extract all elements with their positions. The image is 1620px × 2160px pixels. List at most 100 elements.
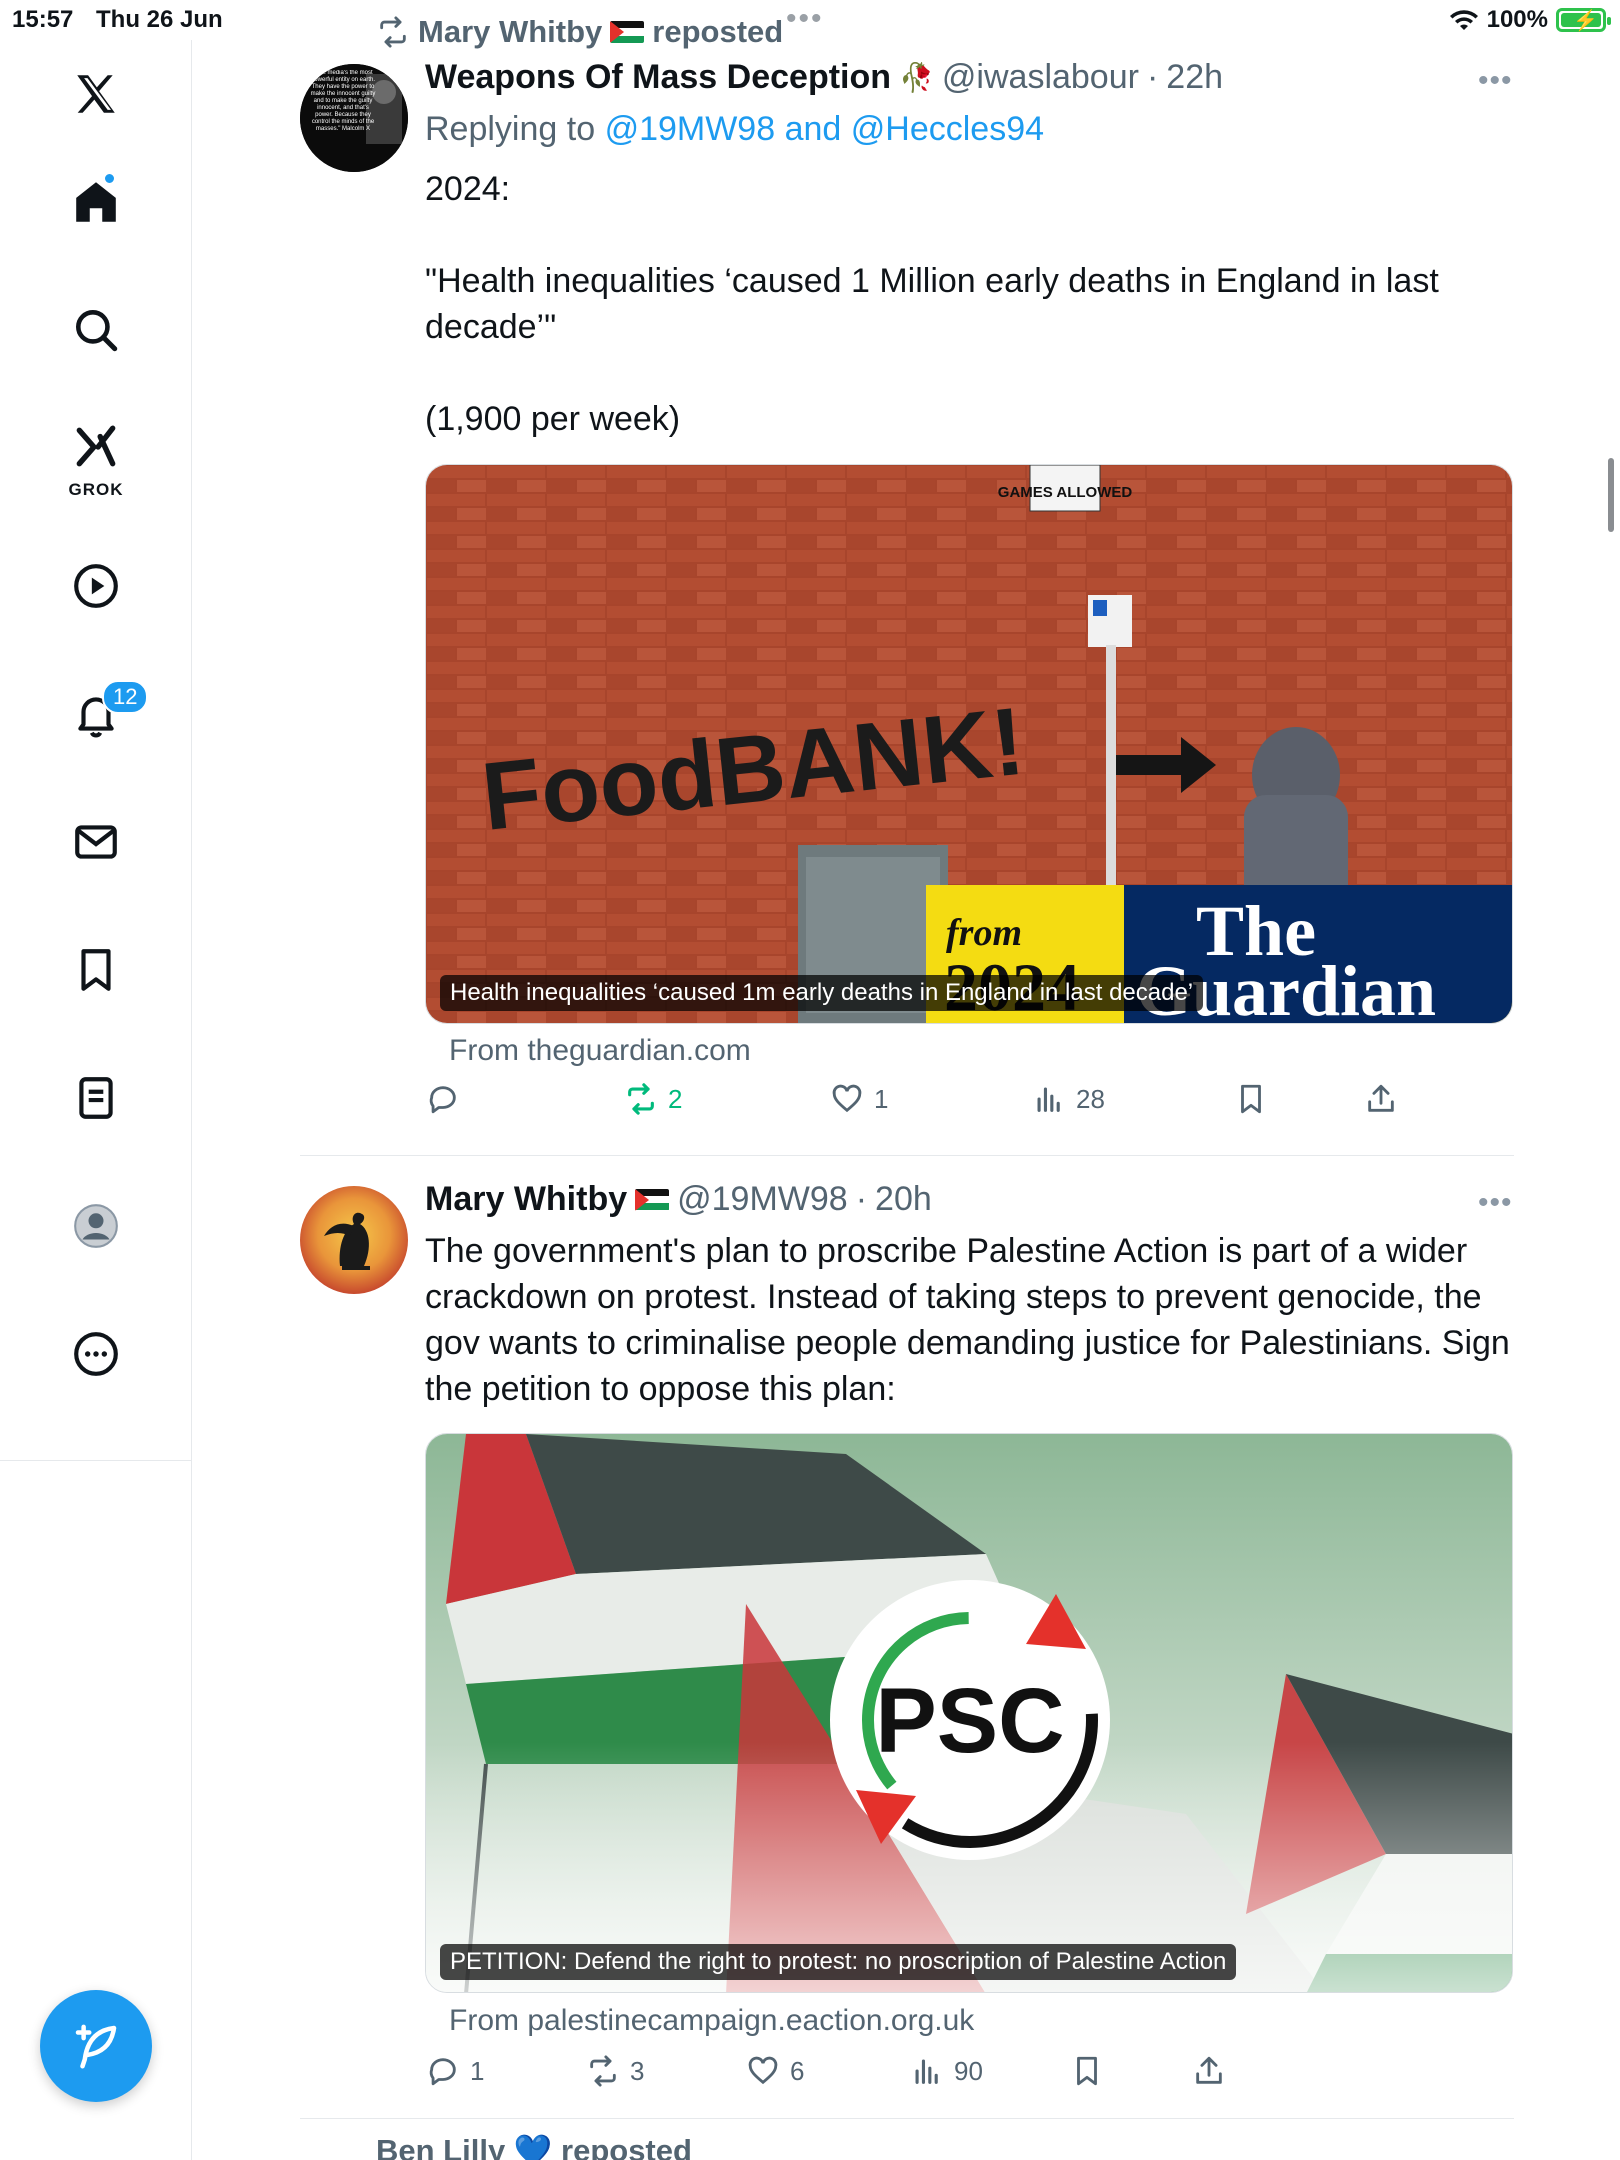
like-button[interactable]: 6 bbox=[746, 2054, 804, 2088]
status-time: 15:57 bbox=[12, 6, 74, 33]
like-count: 1 bbox=[874, 1083, 889, 1114]
messages-envelope-icon[interactable] bbox=[48, 794, 144, 890]
author-avatar[interactable] bbox=[300, 1186, 408, 1294]
tweet-actions: 2 1 28 bbox=[420, 1082, 1420, 1132]
home-new-dot bbox=[103, 172, 116, 185]
search-icon[interactable] bbox=[48, 282, 144, 378]
sidebar-divider bbox=[0, 1460, 192, 1461]
tweet-header: Weapons Of Mass Deception 🥀 @iwaslabour … bbox=[425, 58, 1223, 97]
scrollbar[interactable] bbox=[1608, 458, 1614, 532]
compose-feather-icon bbox=[75, 2024, 117, 2069]
avatar-quote-text: "The media's the most powerful entity on… bbox=[310, 70, 376, 132]
tweet-actions: 1 3 6 90 bbox=[420, 2054, 1420, 2104]
video-play-icon[interactable] bbox=[48, 538, 144, 634]
views-count: 90 bbox=[954, 2055, 983, 2086]
x-logo-icon[interactable] bbox=[48, 46, 144, 142]
bookmark-icon bbox=[1241, 1084, 1261, 1114]
status-indicators: 100% ⚡ bbox=[1449, 6, 1611, 34]
grok-label: GROK bbox=[68, 480, 124, 499]
repost-icon bbox=[590, 2055, 616, 2087]
tweet-divider bbox=[300, 1155, 1514, 1156]
home-icon[interactable] bbox=[48, 154, 144, 250]
sign-text: GAMES ALLOWED bbox=[998, 484, 1133, 501]
heart-icon bbox=[748, 2056, 778, 2085]
author-handle[interactable]: @19MW98 bbox=[677, 1180, 848, 1219]
wifi-icon bbox=[1449, 10, 1478, 30]
heart-icon bbox=[832, 1084, 862, 1113]
profile-avatar-icon[interactable] bbox=[48, 1178, 144, 1274]
bookmark-button[interactable] bbox=[1070, 2054, 1104, 2088]
more-options-icon[interactable] bbox=[48, 1306, 144, 1402]
author-handle[interactable]: @iwaslabour bbox=[942, 58, 1139, 97]
multitask-dots-icon[interactable]: ••• bbox=[786, 2, 824, 36]
palestine-flag-icon bbox=[610, 21, 645, 43]
notifications-bell-icon[interactable]: 12 bbox=[48, 666, 149, 762]
tweet-divider bbox=[300, 2118, 1514, 2119]
repost-button[interactable]: 3 bbox=[586, 2054, 644, 2088]
card-image: GAMES ALLOWED FoodBANK! from 2024 The Gu… bbox=[426, 465, 1512, 1023]
next-repost-indicator[interactable]: Ben Lilly 💙 reposted bbox=[376, 2132, 692, 2160]
repost-count: 3 bbox=[630, 2055, 645, 2086]
psc-logo-text: PSC bbox=[875, 1670, 1064, 1772]
card-caption: Health inequalities ‘caused 1m early dea… bbox=[440, 975, 1204, 1011]
repost-count: 2 bbox=[668, 1083, 683, 1114]
views-count: 28 bbox=[1076, 1083, 1105, 1114]
author-name[interactable]: Mary Whitby bbox=[425, 1180, 627, 1219]
card-source[interactable]: From palestinecampaign.eaction.org.uk bbox=[449, 2004, 974, 2038]
views-button[interactable]: 90 bbox=[910, 2054, 983, 2088]
badge-from: from bbox=[946, 912, 1022, 954]
link-card[interactable]: GAMES ALLOWED FoodBANK! from 2024 The Gu… bbox=[425, 464, 1513, 1024]
battery-percent: 100% bbox=[1486, 6, 1548, 33]
lists-icon[interactable] bbox=[48, 1050, 144, 1146]
share-button[interactable] bbox=[1364, 1082, 1398, 1116]
battery-icon: ⚡ bbox=[1556, 8, 1611, 32]
compose-post-button[interactable] bbox=[40, 1990, 152, 2102]
repost-indicator[interactable]: Mary Whitby reposted bbox=[376, 14, 783, 50]
replying-prefix: Replying to bbox=[425, 110, 596, 148]
reply-button[interactable] bbox=[426, 1082, 470, 1116]
card-source[interactable]: From theguardian.com bbox=[449, 1034, 751, 1068]
status-date: Thu 26 Jun bbox=[96, 6, 223, 33]
reposter-name: Mary Whitby bbox=[418, 14, 603, 49]
sidebar: GROK 12 bbox=[0, 40, 192, 2160]
reply-icon bbox=[429, 2058, 456, 2086]
tweet-more-icon[interactable]: ••• bbox=[1478, 64, 1513, 98]
liver-bird-icon bbox=[324, 1212, 370, 1270]
reply-icon bbox=[429, 1086, 456, 1114]
share-button[interactable] bbox=[1192, 2054, 1226, 2088]
card-image: PSC bbox=[426, 1434, 1512, 1992]
views-button[interactable]: 28 bbox=[1032, 1082, 1105, 1116]
bookmarks-icon[interactable] bbox=[48, 922, 144, 1018]
tweet-text: 2024: "Health inequalities ‘caused 1 Mil… bbox=[425, 170, 1439, 438]
replying-to: Replying to @19MW98 and @Heccles94 bbox=[425, 110, 1044, 149]
palestine-flag-icon bbox=[635, 1188, 670, 1211]
tweet-header: Mary Whitby @19MW98 · 20h bbox=[425, 1180, 932, 1219]
author-name[interactable]: Weapons Of Mass Deception bbox=[425, 58, 891, 97]
status-bar: 15:57 Thu 26 Jun ••• 100% ⚡ bbox=[0, 0, 1620, 40]
like-count: 6 bbox=[790, 2055, 805, 2086]
tweet-time[interactable]: 22h bbox=[1166, 58, 1223, 97]
author-avatar[interactable]: "The media's the most powerful entity on… bbox=[300, 64, 408, 172]
charging-bolt-icon: ⚡ bbox=[1573, 10, 1598, 32]
reply-button[interactable]: 1 bbox=[426, 2054, 484, 2088]
repost-icon bbox=[380, 16, 406, 48]
like-button[interactable]: 1 bbox=[830, 1082, 888, 1116]
bookmark-button[interactable] bbox=[1234, 1082, 1268, 1116]
reply-count: 1 bbox=[470, 2055, 485, 2086]
notifications-badge: 12 bbox=[102, 680, 149, 714]
replying-to-link[interactable]: @19MW98 and @Heccles94 bbox=[605, 110, 1044, 148]
repost-suffix: reposted bbox=[652, 14, 784, 49]
views-chart-icon bbox=[1037, 1087, 1060, 1112]
bookmark-icon bbox=[1077, 2056, 1097, 2086]
card-caption: PETITION: Defend the right to protest: n… bbox=[440, 1944, 1237, 1980]
rose-icon: 🥀 bbox=[899, 62, 934, 93]
views-chart-icon bbox=[915, 2059, 938, 2084]
share-icon bbox=[1196, 2056, 1222, 2084]
repost-button[interactable]: 2 bbox=[624, 1082, 682, 1116]
tweet-more-icon[interactable]: ••• bbox=[1478, 1186, 1513, 1220]
grok-nav[interactable]: GROK bbox=[48, 410, 144, 506]
link-card[interactable]: PSC PETITION: Defend the right to protes… bbox=[425, 1433, 1513, 1993]
tweet-time[interactable]: 20h bbox=[875, 1180, 932, 1219]
dot-separator: · bbox=[855, 1180, 868, 1218]
repost-icon bbox=[628, 1083, 654, 1115]
